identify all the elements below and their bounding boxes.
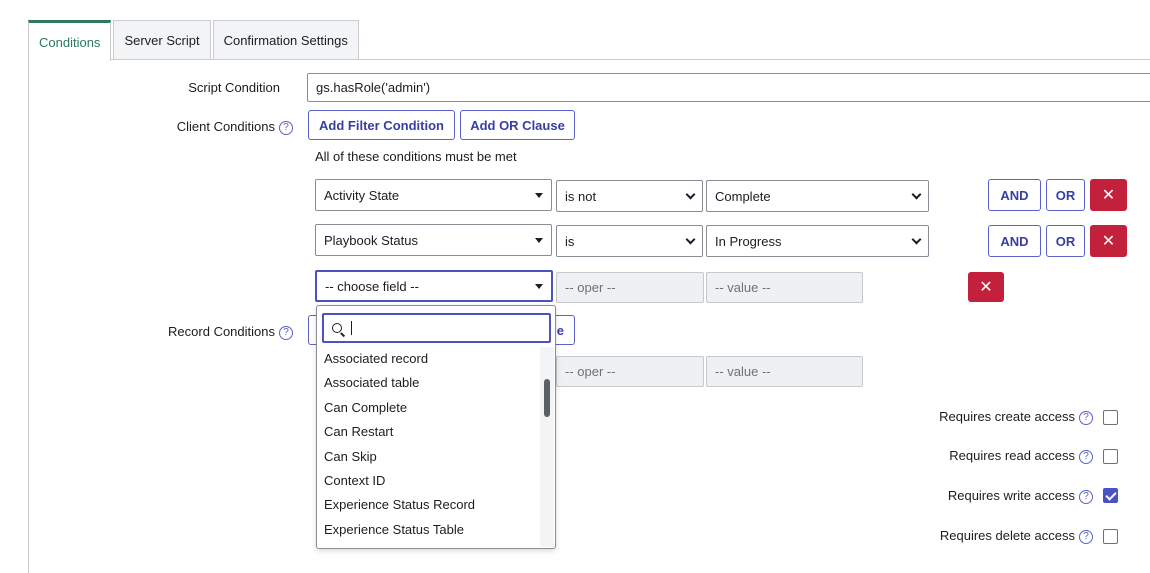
and-button[interactable]: AND (988, 225, 1041, 257)
condition-field-value: Activity State (324, 187, 400, 203)
list-item[interactable]: Associated record (317, 347, 539, 371)
chevron-down-icon (685, 234, 696, 244)
requires-create-access-label-text: Requires create access (939, 409, 1075, 424)
add-or-clause-button[interactable]: Add OR Clause (460, 110, 575, 140)
condition-value-text: Complete (715, 188, 771, 204)
help-icon[interactable]: ? (279, 325, 293, 340)
client-conditions-label-text: Client Conditions (176, 119, 275, 134)
list-item[interactable]: Experience Status Table (317, 518, 539, 542)
requires-read-access-checkbox[interactable] (1103, 449, 1118, 464)
requires-delete-access-label: Requires delete access? (940, 528, 1093, 544)
condition-operator-select[interactable]: is not (556, 180, 703, 212)
conditions-note: All of these conditions must be met (315, 149, 517, 164)
operator-select-disabled: -- oper -- (556, 272, 704, 303)
caret-down-icon (535, 237, 543, 243)
or-button[interactable]: OR (1046, 225, 1085, 257)
requires-create-access-label: Requires create access? (939, 409, 1093, 425)
record-operator-select-disabled: -- oper -- (556, 356, 704, 387)
choose-field-value: -- choose field -- (325, 278, 419, 294)
requires-create-access-checkbox[interactable] (1103, 410, 1118, 425)
requires-read-access-label: Requires read access? (949, 448, 1093, 464)
and-button[interactable]: AND (988, 179, 1041, 211)
field-search-input[interactable] (322, 313, 551, 343)
chevron-down-icon (911, 234, 922, 244)
record-value-select-disabled: -- value -- (706, 356, 863, 387)
help-icon[interactable]: ? (1079, 449, 1093, 464)
condition-operator-value: is not (565, 188, 597, 204)
remove-condition-button[interactable]: ✕ (1090, 225, 1127, 257)
requires-read-access-label-text: Requires read access (949, 448, 1075, 463)
text-cursor (351, 321, 352, 335)
tab-confirmation-settings[interactable]: Confirmation Settings (212, 20, 359, 60)
search-icon (332, 323, 342, 333)
choose-field-select[interactable]: -- choose field -- (315, 270, 553, 302)
condition-field-value: Playbook Status (324, 232, 418, 248)
scrollbar-track[interactable] (540, 347, 554, 547)
list-item[interactable]: Context ID (317, 469, 539, 493)
condition-field-select[interactable]: Activity State (315, 179, 552, 211)
field-picker-list: Associated record Associated table Can C… (317, 347, 539, 547)
caret-down-icon (535, 283, 543, 289)
record-conditions-label-text: Record Conditions (168, 324, 275, 339)
remove-condition-button[interactable]: ✕ (1090, 179, 1127, 211)
chevron-down-icon (911, 189, 922, 199)
requires-write-access-label-text: Requires write access (947, 488, 1075, 503)
help-icon[interactable]: ? (1079, 410, 1093, 425)
tab-conditions[interactable]: Conditions (28, 20, 112, 61)
record-conditions-label: Record Conditions? (168, 324, 293, 340)
condition-value-select[interactable]: Complete (706, 180, 929, 212)
help-icon[interactable]: ? (279, 120, 293, 135)
list-item[interactable]: Experience Status Record (317, 493, 539, 517)
scrollbar-thumb[interactable] (544, 379, 550, 417)
condition-field-select[interactable]: Playbook Status (315, 224, 552, 256)
add-filter-condition-button[interactable]: Add Filter Condition (308, 110, 455, 140)
or-button[interactable]: OR (1046, 179, 1085, 211)
list-item[interactable]: Can Restart (317, 420, 539, 444)
list-item[interactable]: Can Skip (317, 445, 539, 469)
caret-down-icon (535, 192, 543, 198)
tab-bar: Conditions Server Script Confirmation Se… (28, 20, 361, 61)
condition-operator-value: is (565, 233, 575, 249)
script-condition-input[interactable]: gs.hasRole('admin') (307, 73, 1150, 102)
condition-operator-select[interactable]: is (556, 225, 703, 257)
tab-server-script[interactable]: Server Script (113, 20, 211, 60)
value-select-disabled: -- value -- (706, 272, 863, 303)
list-item[interactable]: Associated table (317, 371, 539, 395)
requires-write-access-checkbox[interactable] (1103, 488, 1118, 503)
chevron-down-icon (685, 189, 696, 199)
requires-delete-access-checkbox[interactable] (1103, 529, 1118, 544)
help-icon[interactable]: ? (1079, 489, 1093, 504)
help-icon[interactable]: ? (1079, 529, 1093, 544)
client-conditions-label: Client Conditions? (177, 119, 293, 135)
script-condition-label: Script Condition (188, 80, 280, 95)
remove-condition-button[interactable]: ✕ (968, 272, 1004, 302)
condition-value-select[interactable]: In Progress (706, 225, 929, 257)
requires-write-access-label: Requires write access? (948, 488, 1093, 504)
field-picker-dropdown: Associated record Associated table Can C… (316, 305, 556, 549)
list-item[interactable]: Can Complete (317, 396, 539, 420)
requires-delete-access-label-text: Requires delete access (939, 528, 1075, 543)
condition-value-text: In Progress (715, 233, 782, 249)
